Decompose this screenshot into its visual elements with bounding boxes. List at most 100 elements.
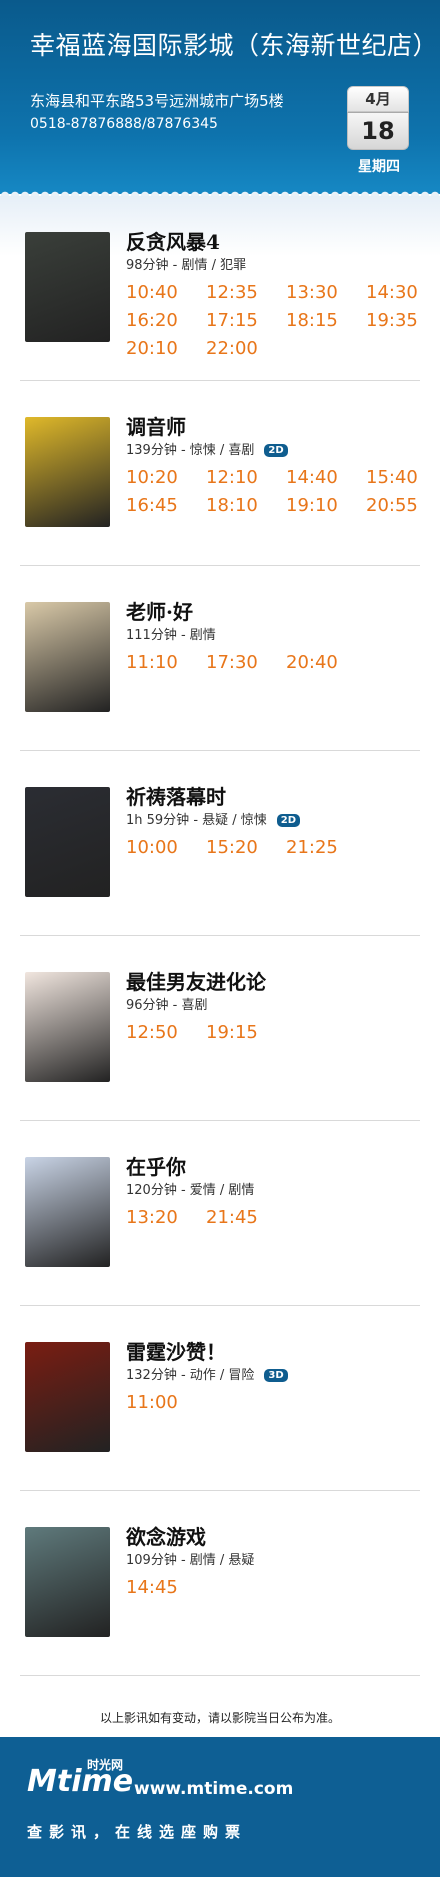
movie-title[interactable]: 调音师: [126, 411, 186, 440]
movie-title[interactable]: 在乎你: [126, 1151, 186, 1180]
showtime[interactable]: 21:25: [286, 837, 338, 858]
movie-item: 反贪风暴4 98分钟 - 剧情 / 犯罪 10:40 12:35 13:30 14:30 1…: [0, 196, 440, 381]
showtime[interactable]: 17:15: [206, 310, 258, 331]
showtime[interactable]: 19:10: [286, 495, 338, 516]
logo-cn: 时光网: [87, 1758, 124, 1772]
showtime[interactable]: 18:15: [286, 310, 338, 331]
showtime[interactable]: 10:40: [126, 282, 178, 303]
format-badge: 2D: [276, 814, 301, 827]
movie-item: 欲念游戏 109分钟 - 剧情 / 悬疑 14:45: [0, 1491, 440, 1676]
movie-meta-text: 132分钟 - 动作 / 冒险: [126, 1368, 255, 1383]
showtime[interactable]: 19:15: [206, 1022, 258, 1043]
showtime[interactable]: 17:30: [206, 652, 258, 673]
poster-image: [25, 787, 110, 897]
showtime[interactable]: 20:55: [366, 495, 418, 516]
poster-image: [25, 1342, 110, 1452]
movie-meta-text: 139分钟 - 惊悚 / 喜剧: [126, 443, 255, 458]
date-day: 18: [347, 112, 409, 150]
movie-poster[interactable]: [25, 1342, 110, 1452]
showtime[interactable]: 15:20: [206, 837, 258, 858]
movie-meta-text: 111分钟 - 剧情: [126, 628, 216, 643]
showtime[interactable]: 14:45: [126, 1577, 178, 1598]
movie-poster[interactable]: [25, 1527, 110, 1637]
movie-title[interactable]: 反贪风暴4: [126, 226, 220, 255]
movie-meta: 111分钟 - 剧情: [126, 624, 216, 643]
movie-title[interactable]: 欲念游戏: [126, 1521, 206, 1550]
movie-meta: 96分钟 - 喜剧: [126, 994, 208, 1013]
showtime[interactable]: 16:45: [126, 495, 178, 516]
date-month: 4月: [347, 86, 409, 112]
movie-meta: 1h 59分钟 - 悬疑 / 惊悚 2D: [126, 809, 301, 828]
notice-text: 以上影讯如有变动，请以影院当日公布为准。: [99, 1711, 340, 1725]
site-url-link[interactable]: www.mtime.com: [134, 1779, 293, 1799]
movie-title[interactable]: 老师·好: [126, 596, 193, 625]
showtime[interactable]: 19:35: [366, 310, 418, 331]
mtime-logo[interactable]: Mtime 时光网: [27, 1758, 133, 1799]
movie-meta-text: 1h 59分钟 - 悬疑 / 惊悚: [126, 813, 267, 828]
showtime[interactable]: 15:40: [366, 467, 418, 488]
movie-meta-text: 96分钟 - 喜剧: [126, 998, 208, 1013]
scallop-edge: [0, 1731, 440, 1741]
showtime[interactable]: 14:40: [286, 467, 338, 488]
scallop-edge: [0, 186, 440, 196]
movie-meta: 109分钟 - 剧情 / 悬疑: [126, 1549, 254, 1568]
movie-meta: 120分钟 - 爱情 / 剧情: [126, 1179, 254, 1198]
movie-list: 反贪风暴4 98分钟 - 剧情 / 犯罪 10:40 12:35 13:30 14:30 1…: [0, 196, 440, 1706]
calendar-date: 4月 18: [347, 86, 409, 150]
cinema-phone[interactable]: 0518-87876888/87876345: [30, 116, 218, 132]
showtime[interactable]: 20:10: [126, 338, 178, 359]
movie-title[interactable]: 最佳男友进化论: [126, 966, 266, 995]
showtime[interactable]: 13:30: [286, 282, 338, 303]
showtime[interactable]: 22:00: [206, 338, 258, 359]
showtime[interactable]: 20:40: [286, 652, 338, 673]
showtime[interactable]: 12:10: [206, 467, 258, 488]
movie-poster[interactable]: [25, 417, 110, 527]
logo-m: M: [27, 1764, 57, 1799]
movie-item: 老师·好 111分钟 - 剧情 11:10 17:30 20:40: [0, 566, 440, 751]
weekday: 星期四: [358, 159, 400, 175]
movie-poster[interactable]: [25, 972, 110, 1082]
movie-poster[interactable]: [25, 1157, 110, 1267]
movie-meta: 132分钟 - 动作 / 冒险 3D: [126, 1364, 288, 1383]
movie-poster[interactable]: [25, 232, 110, 342]
movie-poster[interactable]: [25, 602, 110, 712]
poster-image: [25, 1157, 110, 1267]
showtime[interactable]: 14:30: [366, 282, 418, 303]
poster-image: [25, 232, 110, 342]
divider: [20, 1675, 420, 1676]
movie-title[interactable]: 雷霆沙赞！: [126, 1336, 226, 1365]
movie-title[interactable]: 祈祷落幕时: [126, 781, 226, 810]
movie-item: 在乎你 120分钟 - 爱情 / 剧情 13:20 21:45: [0, 1121, 440, 1306]
poster-image: [25, 972, 110, 1082]
showtime[interactable]: 11:10: [126, 652, 178, 673]
format-badge: 2D: [264, 444, 288, 457]
movie-meta: 98分钟 - 剧情 / 犯罪: [126, 254, 246, 273]
cinema-header: 幸福蓝海国际影城（东海新世纪店） 东海县和平东路53号远洲城市广场5楼 0518…: [0, 0, 440, 196]
showtime[interactable]: 16:20: [126, 310, 178, 331]
movie-meta: 139分钟 - 惊悚 / 喜剧 2D: [126, 439, 288, 458]
poster-image: [25, 602, 110, 712]
movie-item: 雷霆沙赞！ 132分钟 - 动作 / 冒险 3D 11:00: [0, 1306, 440, 1491]
poster-image: [25, 1527, 110, 1637]
poster-image: [25, 417, 110, 527]
showtime[interactable]: 12:50: [126, 1022, 178, 1043]
mtime-footer: Mtime 时光网 www.mtime.com 查影讯，在线选座购票: [0, 1731, 440, 1877]
movie-item: 最佳男友进化论 96分钟 - 喜剧 12:50 19:15: [0, 936, 440, 1121]
movie-item: 调音师 139分钟 - 惊悚 / 喜剧 2D 10:20 12:10 14:40 15:40…: [0, 381, 440, 566]
movie-meta-text: 98分钟 - 剧情 / 犯罪: [126, 258, 247, 273]
movie-meta-text: 109分钟 - 剧情 / 悬疑: [126, 1553, 255, 1568]
movie-item: 祈祷落幕时 1h 59分钟 - 悬疑 / 惊悚 2D 10:00 15:20 21:25: [0, 751, 440, 936]
showtime[interactable]: 11:00: [126, 1392, 178, 1413]
footer-slogan: 查影讯，在线选座购票: [27, 1823, 248, 1841]
cinema-address: 东海县和平东路53号远洲城市广场5楼: [30, 92, 284, 110]
cinema-name: 幸福蓝海国际影城（东海新世纪店）: [30, 31, 439, 60]
movie-poster[interactable]: [25, 787, 110, 897]
movie-meta-text: 120分钟 - 爱情 / 剧情: [126, 1183, 255, 1198]
showtime[interactable]: 12:35: [206, 282, 258, 303]
format-badge: 3D: [264, 1369, 288, 1382]
showtime[interactable]: 21:45: [206, 1207, 258, 1228]
showtime[interactable]: 18:10: [206, 495, 258, 516]
showtime[interactable]: 13:20: [126, 1207, 178, 1228]
showtime[interactable]: 10:20: [126, 467, 178, 488]
showtime[interactable]: 10:00: [126, 837, 178, 858]
